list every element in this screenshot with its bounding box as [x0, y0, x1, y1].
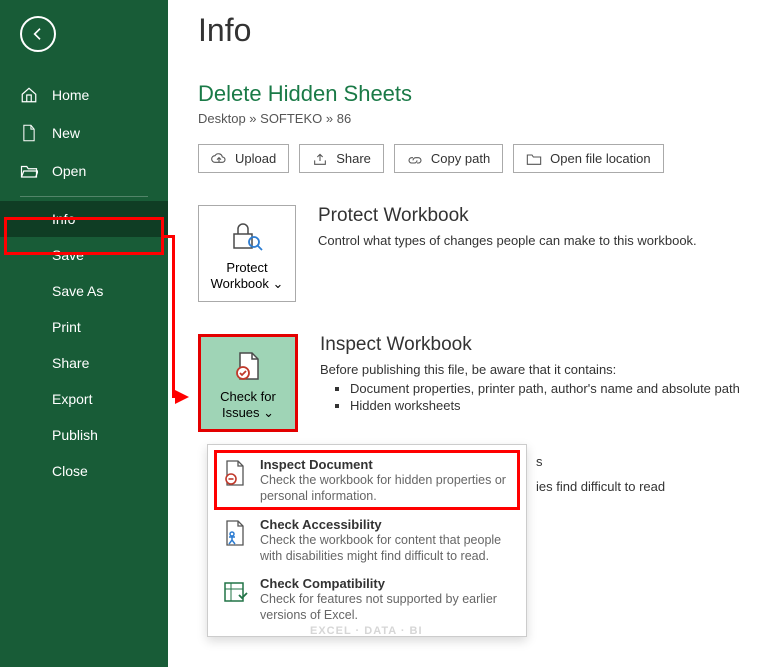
menu-item-desc: Check the workbook for hidden properties…: [260, 472, 512, 505]
section-body: Inspect Workbook Before publishing this …: [320, 334, 740, 433]
sidebar-item-save-as[interactable]: Save As: [0, 273, 168, 309]
sidebar-divider: [20, 196, 148, 197]
document-title: Delete Hidden Sheets: [198, 81, 768, 107]
accessibility-icon: [222, 519, 248, 565]
annotation-arrow: [172, 235, 175, 398]
sidebar-item-info[interactable]: Info: [0, 201, 168, 237]
copy-path-button[interactable]: Copy path: [394, 144, 503, 173]
share-icon: [312, 152, 328, 166]
list-item: Document properties, printer path, autho…: [350, 381, 740, 396]
button-label: Protect Workbook ⌄: [211, 260, 284, 291]
section-protect: Protect Workbook ⌄ Protect Workbook Cont…: [198, 205, 768, 302]
menu-item-title: Check Accessibility: [260, 517, 512, 532]
new-icon: [20, 124, 38, 142]
sidebar-item-open[interactable]: Open: [0, 152, 168, 190]
menu-check-compatibility[interactable]: Check Compatibility Check for features n…: [208, 570, 526, 630]
check-issues-menu: Inspect Document Check the workbook for …: [207, 444, 527, 637]
menu-item-title: Check Compatibility: [260, 576, 512, 591]
sidebar-item-label: Save: [52, 247, 84, 263]
action-label: Open file location: [550, 151, 650, 166]
sidebar-item-label: Open: [52, 163, 86, 179]
section-heading: Protect Workbook: [318, 205, 697, 227]
menu-inspect-document[interactable]: Inspect Document Check the workbook for …: [208, 451, 526, 511]
share-button[interactable]: Share: [299, 144, 384, 173]
menu-item-desc: Check the workbook for content that peop…: [260, 532, 512, 565]
document-check-icon: [232, 351, 264, 381]
sidebar-item-label: Close: [52, 463, 88, 479]
section-heading: Inspect Workbook: [320, 334, 740, 356]
folder-icon: [526, 152, 542, 166]
sidebar-item-export[interactable]: Export: [0, 381, 168, 417]
annotation-arrow-head: [175, 390, 189, 404]
sidebar-item-label: Share: [52, 355, 89, 371]
check-for-issues-button[interactable]: Check for Issues ⌄: [198, 334, 298, 433]
sidebar-item-label: New: [52, 125, 80, 141]
sidebar-item-label: Info: [52, 211, 75, 227]
breadcrumb: Desktop » SOFTEKO » 86: [198, 111, 768, 126]
sidebar: Home New Open Info Save Save As Print Sh…: [0, 0, 168, 667]
sidebar-item-home[interactable]: Home: [0, 76, 168, 114]
annotation-arrow: [164, 235, 172, 238]
menu-item-desc: Check for features not supported by earl…: [260, 591, 512, 624]
link-icon: [407, 152, 423, 166]
upload-button[interactable]: Upload: [198, 144, 289, 173]
watermark: EXCEL · DATA · BI: [310, 625, 423, 637]
sidebar-item-label: Export: [52, 391, 92, 407]
sidebar-item-label: Publish: [52, 427, 98, 443]
sidebar-item-publish[interactable]: Publish: [0, 417, 168, 453]
protect-workbook-button[interactable]: Protect Workbook ⌄: [198, 205, 296, 302]
inspect-list: Document properties, printer path, autho…: [320, 381, 740, 413]
menu-check-accessibility[interactable]: Check Accessibility Check the workbook f…: [208, 511, 526, 571]
action-label: Upload: [235, 151, 276, 166]
button-label: Check for Issues ⌄: [220, 389, 276, 420]
compatibility-icon: [222, 578, 248, 624]
action-row: Upload Share Copy path Open file locatio…: [198, 144, 768, 173]
sidebar-item-close[interactable]: Close: [0, 453, 168, 489]
page-title: Info: [198, 12, 768, 49]
open-icon: [20, 162, 38, 180]
sidebar-item-save[interactable]: Save: [0, 237, 168, 273]
action-label: Copy path: [431, 151, 490, 166]
sidebar-item-new[interactable]: New: [0, 114, 168, 152]
lock-search-icon: [230, 220, 264, 252]
open-location-button[interactable]: Open file location: [513, 144, 663, 173]
action-label: Share: [336, 151, 371, 166]
back-button[interactable]: [20, 16, 56, 52]
section-desc: Control what types of changes people can…: [318, 233, 697, 248]
sidebar-item-print[interactable]: Print: [0, 309, 168, 345]
upload-icon: [211, 152, 227, 166]
list-item: Hidden worksheets: [350, 398, 740, 413]
section-intro: Before publishing this file, be aware th…: [320, 362, 740, 377]
section-inspect: Check for Issues ⌄ Inspect Workbook Befo…: [198, 334, 768, 433]
sidebar-item-label: Save As: [52, 283, 103, 299]
sidebar-item-label: Print: [52, 319, 81, 335]
sidebar-item-share[interactable]: Share: [0, 345, 168, 381]
sidebar-item-label: Home: [52, 87, 89, 103]
partial-text: ies find difficult to read: [536, 479, 665, 494]
partial-text: s: [536, 454, 543, 469]
home-icon: [20, 86, 38, 104]
inspect-document-icon: [222, 459, 248, 505]
menu-item-title: Inspect Document: [260, 457, 512, 472]
section-body: Protect Workbook Control what types of c…: [318, 205, 697, 302]
